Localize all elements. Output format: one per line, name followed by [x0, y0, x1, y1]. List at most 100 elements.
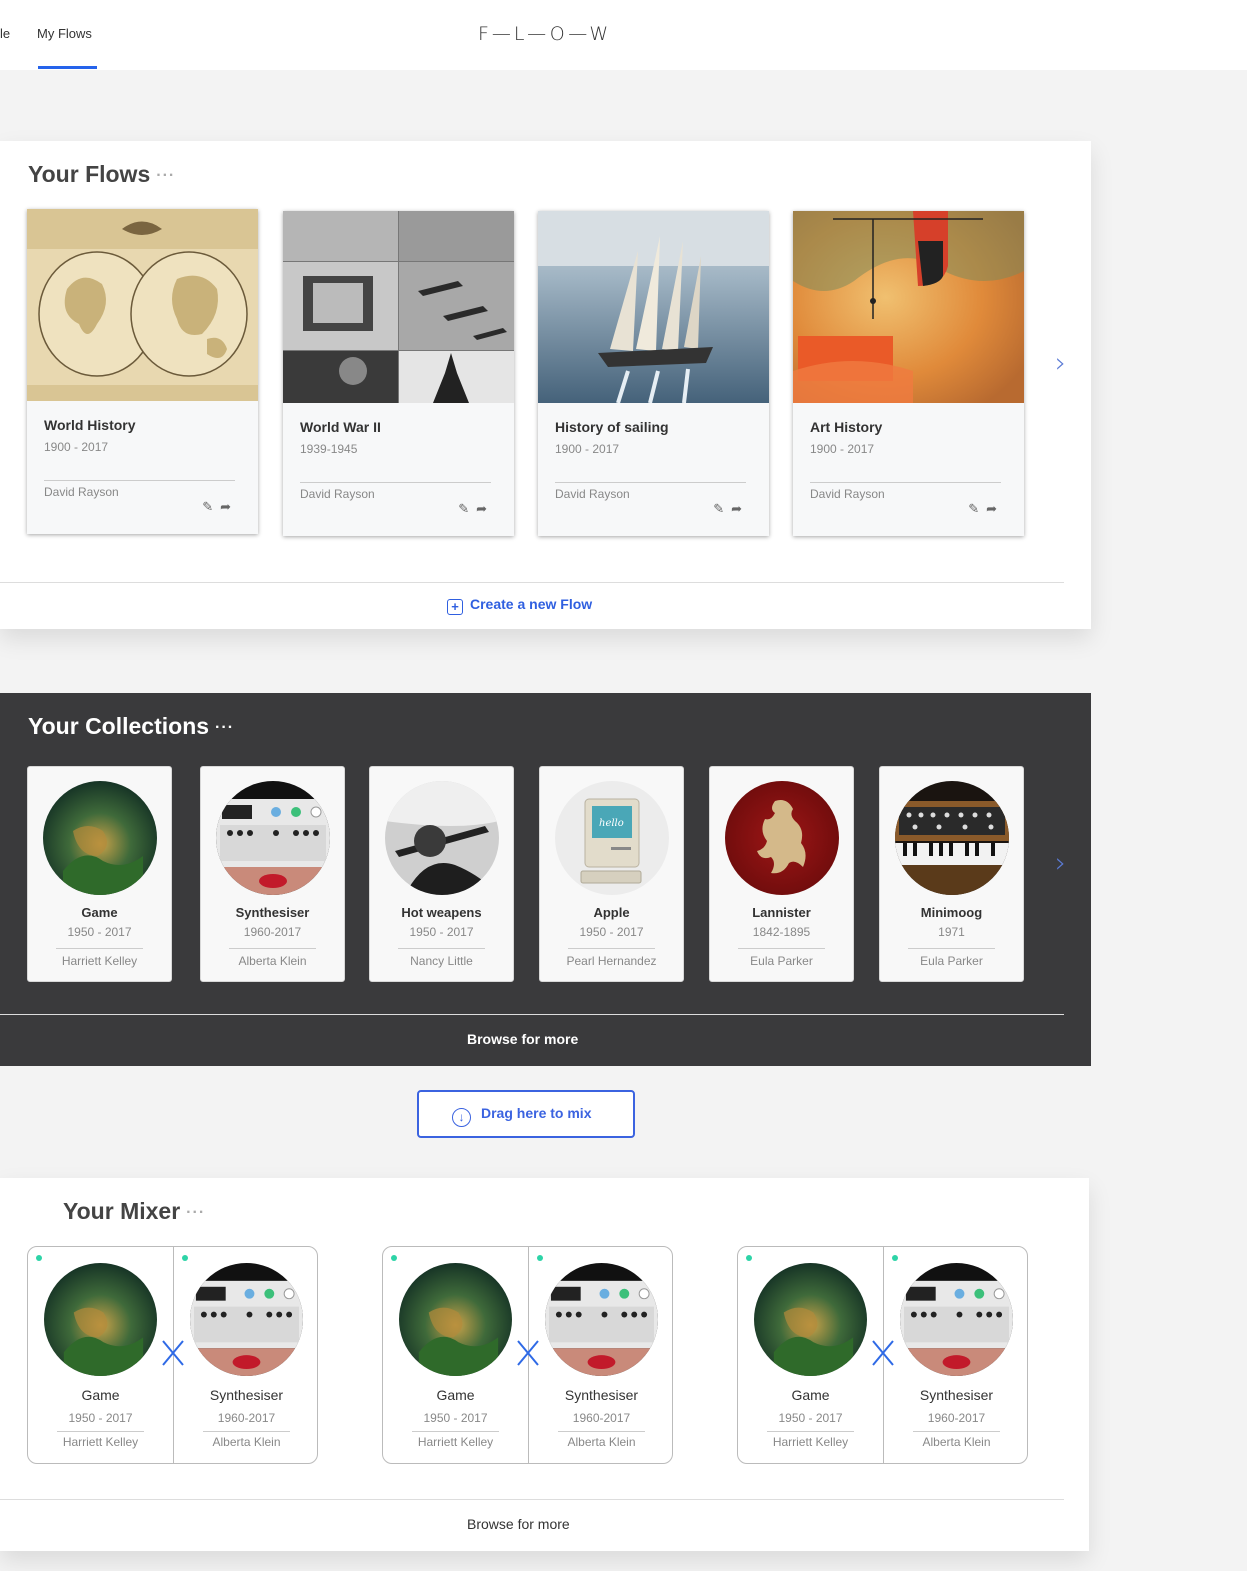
svg-text:hello: hello [599, 818, 624, 829]
divider [412, 1431, 499, 1432]
mixer-item-author: Harriett Kelley [62, 1435, 139, 1449]
collection-card[interactable]: Game 1950 - 2017 Harriett Kelley [27, 766, 172, 982]
flows-section-title: Your Flows ··· [28, 161, 175, 188]
pencil-icon[interactable]: ✎ [713, 501, 731, 516]
flow-card[interactable]: World War II 1939-1945 David Rayson ✎➦ [283, 211, 514, 536]
share-arrow-icon[interactable]: ➦ [476, 501, 494, 516]
mixer-section-title: Your Mixer ··· [63, 1198, 205, 1225]
divider [0, 582, 1064, 583]
app-logo: F—L—O—W [478, 23, 612, 45]
collection-card[interactable]: Minimoog 1971 Eula Parker [879, 766, 1024, 982]
mixer-item-title: Synthesiser [919, 1387, 994, 1403]
collection-dates: 1971 [938, 925, 965, 939]
pencil-icon[interactable]: ✎ [968, 501, 986, 516]
flow-thumbnail-collage [283, 211, 514, 403]
chevron-right-icon[interactable]: › [1055, 846, 1066, 879]
flow-actions: ✎➦ [713, 501, 749, 517]
flow-author: David Rayson [300, 487, 375, 501]
flow-title: History of sailing [555, 419, 669, 435]
drag-to-mix-dropzone[interactable]: ↓ Drag here to mix [417, 1090, 635, 1138]
collections-more-menu[interactable]: ··· [215, 719, 234, 736]
divider [555, 482, 746, 483]
browse-collections-button[interactable]: Browse for more [467, 1031, 578, 1047]
status-dot [537, 1255, 543, 1261]
mixer-item-dates: 1950 - 2017 [423, 1411, 488, 1425]
status-dot [182, 1255, 188, 1261]
collection-image-weapons [385, 781, 499, 895]
mixer-item-left[interactable]: Game 1950 - 2017 Harriett Kelley [383, 1247, 528, 1463]
divider [568, 948, 655, 949]
flow-actions: ✎➦ [968, 501, 1004, 517]
flow-thumbnail-painting [793, 211, 1024, 403]
flow-actions: ✎➦ [202, 499, 238, 515]
mixer-item-title: Synthesiser [564, 1387, 639, 1403]
divider [300, 482, 491, 483]
chevron-right-icon[interactable]: › [1055, 346, 1066, 379]
flows-title-text: Your Flows [28, 161, 151, 187]
divider [398, 948, 485, 949]
mixer-item-title: Synthesiser [209, 1387, 284, 1403]
mixer-card[interactable]: Game 1950 - 2017 Harriett Kelley Synthesise… [27, 1246, 318, 1464]
top-nav-bar: le My Flows F—L—O—W [0, 0, 1247, 70]
collection-title: Hot weapens [401, 905, 482, 920]
mixer-item-right[interactable]: Synthesiser 1960-2017 Alberta Klein [529, 1247, 674, 1463]
status-dot [391, 1255, 397, 1261]
collection-title: Minimoog [920, 905, 983, 920]
collection-card[interactable]: Hot weapens 1950 - 2017 Nancy Little [369, 766, 514, 982]
flow-card[interactable]: Art History 1900 - 2017 David Rayson ✎➦ [793, 211, 1024, 536]
mixer-item-dates: 1950 - 2017 [778, 1411, 843, 1425]
share-arrow-icon[interactable]: ➦ [220, 499, 238, 514]
collection-author: Eula Parker [750, 954, 813, 968]
collection-image-apple: hello [555, 781, 669, 895]
collection-author: Pearl Hernandez [566, 954, 657, 968]
collection-card[interactable]: Lannister 1842-1895 Eula Parker [709, 766, 854, 982]
mixer-item-right[interactable]: Synthesiser 1960-2017 Alberta Klein [884, 1247, 1029, 1463]
mixer-item-right[interactable]: Synthesiser 1960-2017 Alberta Klein [174, 1247, 319, 1463]
divider [558, 1431, 645, 1432]
divider [738, 948, 825, 949]
mixer-item-dates: 1950 - 2017 [68, 1411, 133, 1425]
share-arrow-icon[interactable]: ➦ [731, 501, 749, 516]
divider [56, 948, 143, 949]
mixer-item-left[interactable]: Game 1950 - 2017 Harriett Kelley [28, 1247, 173, 1463]
mixer-card[interactable]: Game 1950 - 2017 Harriett Kelley Synthesise… [737, 1246, 1028, 1464]
divider [913, 1431, 1000, 1432]
collection-card[interactable]: hello Apple 1950 - 2017 Pearl Hernandez [539, 766, 684, 982]
status-dot [892, 1255, 898, 1261]
collections-section-title: Your Collections ··· [28, 713, 234, 740]
pencil-icon[interactable]: ✎ [202, 499, 220, 514]
create-flow-button[interactable]: + Create a new Flow [447, 596, 592, 615]
drag-label: Drag here to mix [481, 1105, 592, 1121]
browse-mixes-button[interactable]: Browse for more [467, 1516, 570, 1532]
flow-author: David Rayson [44, 485, 119, 499]
flow-card[interactable]: World History 1900 - 2017 David Rayson ✎… [27, 209, 258, 534]
plus-icon: + [447, 599, 463, 615]
collection-dates: 1960-2017 [243, 925, 302, 939]
flow-card[interactable]: History of sailing 1900 - 2017 David Ray… [538, 211, 769, 536]
flow-title: Art History [810, 419, 883, 435]
divider [0, 1499, 1064, 1500]
mixer-item-dates: 1960-2017 [217, 1411, 276, 1425]
pencil-icon[interactable]: ✎ [458, 501, 476, 516]
mixer-item-dates: 1960-2017 [927, 1411, 986, 1425]
cross-mix-icon [517, 1340, 539, 1366]
flow-thumbnail-map [27, 209, 258, 401]
nav-tab-profile[interactable]: le [0, 26, 10, 41]
mixer-card[interactable]: Game 1950 - 2017 Harriett Kelley Synthesise… [382, 1246, 673, 1464]
collection-author: Alberta Klein [238, 954, 307, 968]
flows-more-menu[interactable]: ··· [156, 167, 175, 184]
drag-label-group: ↓ Drag here to mix [452, 1105, 591, 1127]
mixer-item-left[interactable]: Game 1950 - 2017 Harriett Kelley [738, 1247, 883, 1463]
collection-image-synthesiser [216, 781, 330, 895]
mixer-more-menu[interactable]: ··· [186, 1204, 205, 1221]
divider [229, 948, 316, 949]
collection-dates: 1842-1895 [752, 925, 811, 939]
share-arrow-icon[interactable]: ➦ [986, 501, 1004, 516]
nav-tab-my-flows[interactable]: My Flows [37, 26, 92, 41]
mixer-item-dates: 1960-2017 [572, 1411, 631, 1425]
collection-dates: 1950 - 2017 [67, 925, 132, 939]
mixer-item-title: Game [81, 1387, 120, 1403]
collection-card[interactable]: Synthesiser 1960-2017 Alberta Klein [200, 766, 345, 982]
flow-dates: 1900 - 2017 [44, 440, 109, 454]
divider [203, 1431, 290, 1432]
